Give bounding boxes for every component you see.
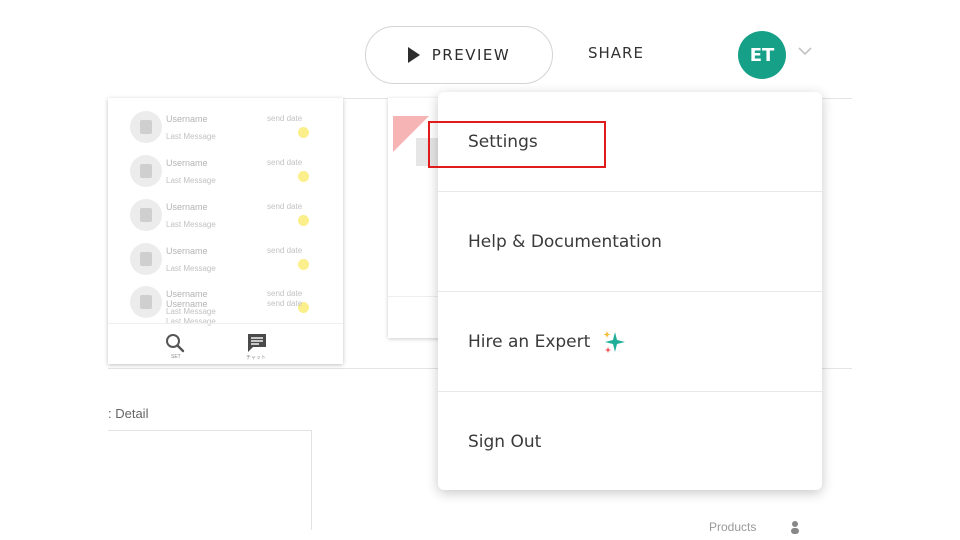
menu-item-label: Help & Documentation — [468, 231, 662, 252]
row-date: send date — [267, 158, 303, 167]
chat-row[interactable]: Username Last Message send date — [108, 190, 343, 234]
row-avatar — [130, 199, 162, 231]
row-avatar — [130, 155, 162, 187]
row-date: send date — [267, 114, 303, 123]
row-message: Last Message — [166, 220, 216, 229]
unread-dot — [298, 259, 309, 270]
row-username: Username — [166, 299, 208, 309]
menu-item-hire-expert[interactable]: Hire an Expert — [438, 292, 822, 391]
menu-item-help[interactable]: Help & Documentation — [438, 192, 822, 291]
row-message: Last Message — [166, 176, 216, 185]
preview-button[interactable]: PREVIEW — [365, 26, 553, 84]
chat-icon[interactable] — [246, 332, 268, 354]
row-username: Username — [166, 202, 208, 212]
tab-caption: SET — [171, 354, 181, 360]
row-date: send date — [267, 202, 303, 211]
chat-row[interactable]: Username Last Message send date — [108, 102, 343, 146]
unread-dot — [298, 127, 309, 138]
row-avatar — [130, 243, 162, 275]
row-avatar — [130, 111, 162, 143]
row-date: send date — [267, 246, 303, 255]
chat-list-card[interactable]: Username Last Message send date Username… — [108, 98, 343, 364]
preview-label: PREVIEW — [431, 46, 511, 64]
chevron-down-icon[interactable] — [795, 43, 815, 59]
detail-label: : Detail — [108, 406, 149, 421]
unread-dot — [298, 215, 309, 226]
detail-panel[interactable] — [108, 430, 312, 530]
row-username: Username — [166, 246, 208, 256]
menu-item-sign-out[interactable]: Sign Out — [438, 392, 822, 490]
row-date: send date — [267, 299, 303, 308]
row-message: Last Message — [166, 264, 216, 273]
user-avatar[interactable]: ET — [738, 31, 786, 79]
search-icon[interactable] — [164, 332, 186, 354]
row-message: Last Message — [166, 132, 216, 141]
row-username: Username — [166, 114, 208, 124]
share-button[interactable]: SHARE — [588, 44, 644, 68]
chat-row[interactable]: Username Last Message send date — [108, 146, 343, 190]
sparkle-icon — [603, 330, 626, 353]
row-username: Username — [166, 158, 208, 168]
person-icon — [791, 521, 799, 534]
tab-caption: チャット — [246, 355, 266, 361]
unread-dot — [298, 171, 309, 182]
account-dropdown-menu: Settings Help & Documentation Hire an Ex… — [438, 92, 822, 490]
play-icon — [407, 47, 420, 63]
menu-item-label: Settings — [468, 131, 538, 152]
menu-item-settings[interactable]: Settings — [438, 92, 822, 191]
products-label: Products — [709, 520, 757, 534]
menu-item-label: Sign Out — [468, 431, 542, 452]
chat-row[interactable]: Username Last Message send date — [108, 234, 343, 278]
chat-tab-bar: SET チャット — [108, 323, 343, 364]
product-image — [416, 138, 438, 166]
menu-item-label: Hire an Expert — [468, 331, 591, 352]
